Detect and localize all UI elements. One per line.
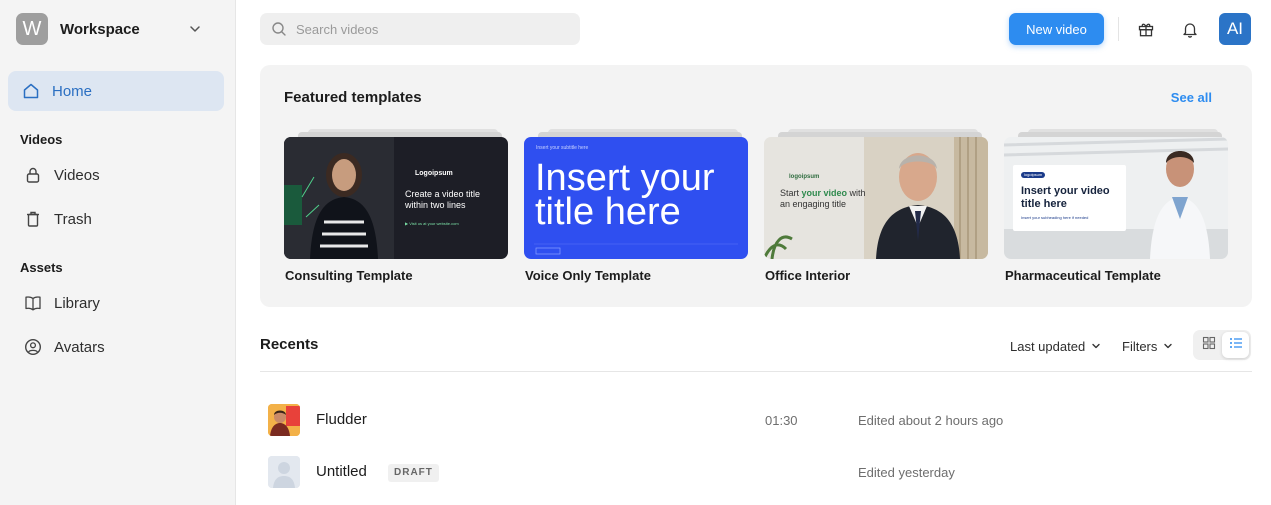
recents-divider — [260, 371, 1252, 372]
see-all-link[interactable]: See all — [1171, 90, 1212, 105]
template-name: Office Interior — [765, 268, 851, 283]
list-icon — [1229, 336, 1243, 355]
featured-title: Featured templates — [284, 89, 422, 106]
sidebar-item-home[interactable]: Home — [8, 71, 224, 111]
template-thumbnail: Logoipsum Create a video title within tw… — [284, 137, 508, 259]
template-thumbnail: logoipsum Insert your video title here I… — [1004, 137, 1228, 259]
workspace-avatar: W — [16, 13, 48, 45]
thumbnail-subtitle: Insert your subtitle here — [536, 145, 589, 151]
video-thumbnail — [268, 456, 300, 488]
template-thumbnail: Insert your subtitle here Insert your ti… — [524, 137, 748, 259]
user-avatar[interactable]: AI — [1219, 13, 1251, 45]
template-thumbnail: logoipsum Start your video with an engag… — [764, 137, 988, 259]
sort-label: Last updated — [1010, 338, 1086, 354]
section-heading-videos: Videos — [20, 132, 63, 147]
filters-label: Filters — [1122, 338, 1158, 354]
headline-accent: your video — [801, 188, 848, 198]
template-name: Pharmaceutical Template — [1005, 268, 1161, 283]
video-duration: 01:30 — [765, 413, 798, 428]
filters-dropdown[interactable]: Filters — [1122, 337, 1177, 355]
headline-pre: Start — [780, 188, 802, 198]
sidebar-item-label: Videos — [54, 166, 100, 184]
user-circle-icon — [24, 338, 42, 356]
video-edited-time: Edited about 2 hours ago — [858, 413, 1004, 428]
section-heading-assets: Assets — [20, 260, 63, 275]
draft-badge: DRAFT — [388, 464, 439, 482]
sort-dropdown[interactable]: Last updated — [1010, 337, 1105, 355]
logo-text: logoipsum — [789, 174, 820, 180]
sidebar-item-label: Trash — [54, 210, 92, 228]
thumbnail-headline: Insert your video title here — [1021, 185, 1110, 210]
thumbnail-headline: Start your video with an engaging title — [780, 188, 875, 210]
list-view-button[interactable] — [1222, 332, 1249, 358]
thumbnail-footer: ▶ Visit us at your website.com — [405, 221, 459, 226]
sidebar-item-videos[interactable]: Videos — [8, 155, 224, 195]
thumbnail-headline: Create a video title within two lines — [405, 189, 481, 210]
thumbnail-subheading: Insert your subheading here if needed — [1021, 215, 1089, 220]
video-row-fludder[interactable]: Fludder 01:30 Edited about 2 hours ago — [260, 398, 1252, 442]
sidebar-item-label: Avatars — [54, 338, 105, 356]
template-name: Consulting Template — [285, 268, 413, 283]
video-name: Fludder — [316, 411, 367, 428]
video-name: Untitled — [316, 463, 367, 480]
toolbar-divider — [1118, 17, 1119, 41]
sidebar-item-library[interactable]: Library — [8, 283, 224, 323]
search-icon — [270, 20, 288, 38]
grid-view-button[interactable] — [1195, 332, 1222, 358]
chevron-down-icon — [1159, 337, 1177, 355]
workspace-switcher[interactable]: W Workspace — [16, 13, 220, 45]
logo-text: Logoipsum — [415, 170, 453, 177]
book-icon — [24, 294, 42, 312]
sidebar-item-trash[interactable]: Trash — [8, 199, 224, 239]
bell-icon[interactable] — [1178, 17, 1202, 41]
template-name: Voice Only Template — [525, 268, 651, 283]
featured-templates-panel: Featured templates See all Logoipsum Cre… — [260, 65, 1252, 307]
sidebar-item-label: Home — [52, 82, 93, 100]
sidebar: W Workspace Home Videos Videos Trash Ass… — [0, 0, 236, 505]
trash-icon — [24, 210, 42, 228]
new-video-button[interactable]: New video — [1009, 13, 1104, 45]
video-edited-time: Edited yesterday — [858, 465, 955, 480]
home-icon — [22, 82, 40, 100]
video-row-untitled[interactable]: Untitled DRAFT Edited yesterday — [260, 450, 1252, 494]
sidebar-item-label: Library — [54, 294, 100, 312]
logo-badge: logoipsum — [1021, 172, 1046, 178]
view-toggle — [1193, 330, 1251, 360]
recents-title: Recents — [260, 336, 319, 353]
sidebar-item-avatars[interactable]: Avatars — [8, 327, 224, 367]
chevron-down-icon — [1087, 337, 1105, 355]
search-input[interactable] — [296, 21, 566, 37]
chevron-down-icon — [188, 22, 202, 41]
thumbnail-headline: Insert your title here — [535, 157, 715, 233]
workspace-name: Workspace — [60, 20, 140, 38]
grid-icon — [1202, 336, 1216, 355]
lock-icon — [24, 166, 42, 184]
video-thumbnail — [268, 404, 300, 436]
search-bar[interactable] — [260, 13, 580, 45]
gift-icon[interactable] — [1134, 17, 1158, 41]
